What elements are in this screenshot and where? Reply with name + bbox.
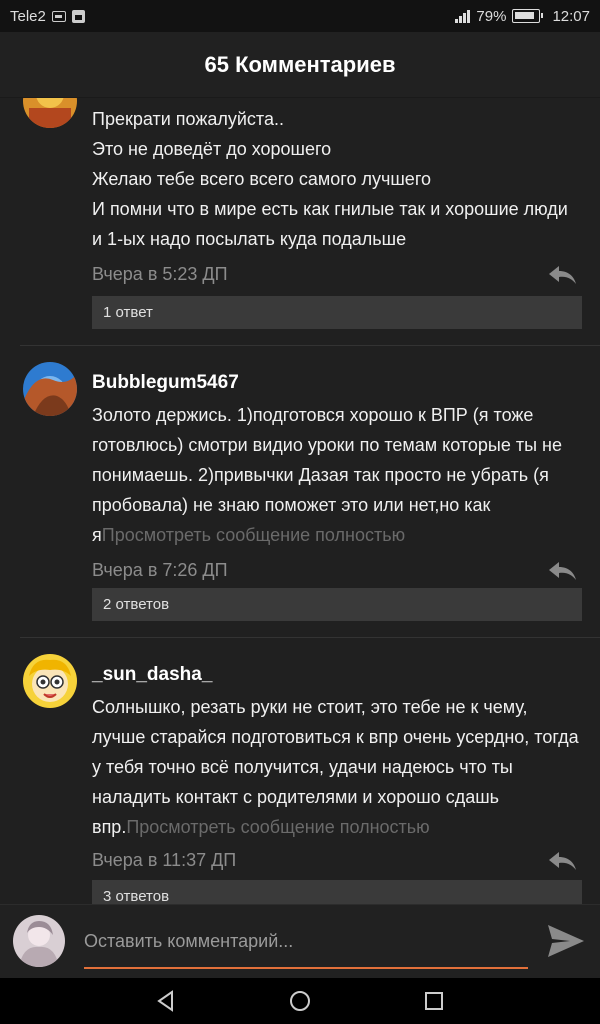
page-title: 65 Комментариев	[204, 51, 396, 77]
divider	[20, 637, 600, 638]
show-full-link[interactable]: Просмотреть сообщение полностью	[102, 525, 405, 545]
reply-icon[interactable]	[547, 850, 577, 872]
my-avatar	[13, 915, 65, 967]
comments-list[interactable]: Прекрати пожалуйста.. Это не доведёт до …	[0, 98, 600, 904]
comment-time: Вчера в 5:23 ДП	[92, 264, 228, 284]
battery-percent: 79%	[476, 7, 507, 25]
divider	[20, 345, 600, 346]
back-icon[interactable]	[154, 989, 178, 1013]
comment-composer: Оставить комментарий...	[0, 904, 600, 978]
reply-icon[interactable]	[547, 264, 577, 286]
show-full-link[interactable]: Просмотреть сообщение полностью	[126, 817, 429, 837]
avatar[interactable]	[23, 98, 77, 128]
comment-time: Вчера в 11:37 ДП	[92, 850, 237, 870]
comment-username[interactable]: Bubblegum5467	[92, 372, 239, 394]
replies-button[interactable]: 1 ответ	[92, 296, 582, 329]
signal-icon	[455, 9, 471, 23]
comment-text: Прекрати пожалуйста.. Это не доведёт до …	[92, 109, 568, 249]
sim-icon	[51, 10, 66, 22]
reply-icon[interactable]	[547, 560, 577, 582]
comment-text: Золото держись. 1)подготовся хорошо к ВП…	[92, 405, 563, 545]
comment-input[interactable]: Оставить комментарий...	[84, 927, 528, 969]
calendar-icon	[71, 9, 85, 23]
system-nav-bar	[0, 978, 600, 1024]
comment-text: Солнышко, резать руки не стоит, это тебе…	[92, 697, 579, 837]
status-bar: Tele2 79% 12:07	[0, 0, 600, 32]
replies-button[interactable]: 3 ответов	[92, 880, 582, 904]
avatar[interactable]	[23, 654, 77, 708]
avatar[interactable]	[23, 362, 77, 416]
recents-icon[interactable]	[422, 989, 446, 1013]
clock: 12:07	[552, 7, 590, 25]
carrier-label: Tele2	[10, 7, 46, 25]
comments-header: 65 Комментариев	[0, 32, 600, 98]
send-icon[interactable]	[546, 923, 586, 959]
replies-button[interactable]: 2 ответов	[92, 588, 582, 621]
battery-icon	[512, 9, 544, 23]
home-icon[interactable]	[288, 989, 312, 1013]
comment-time: Вчера в 7:26 ДП	[92, 560, 228, 580]
comment-username[interactable]: _sun_dasha_	[92, 664, 212, 686]
